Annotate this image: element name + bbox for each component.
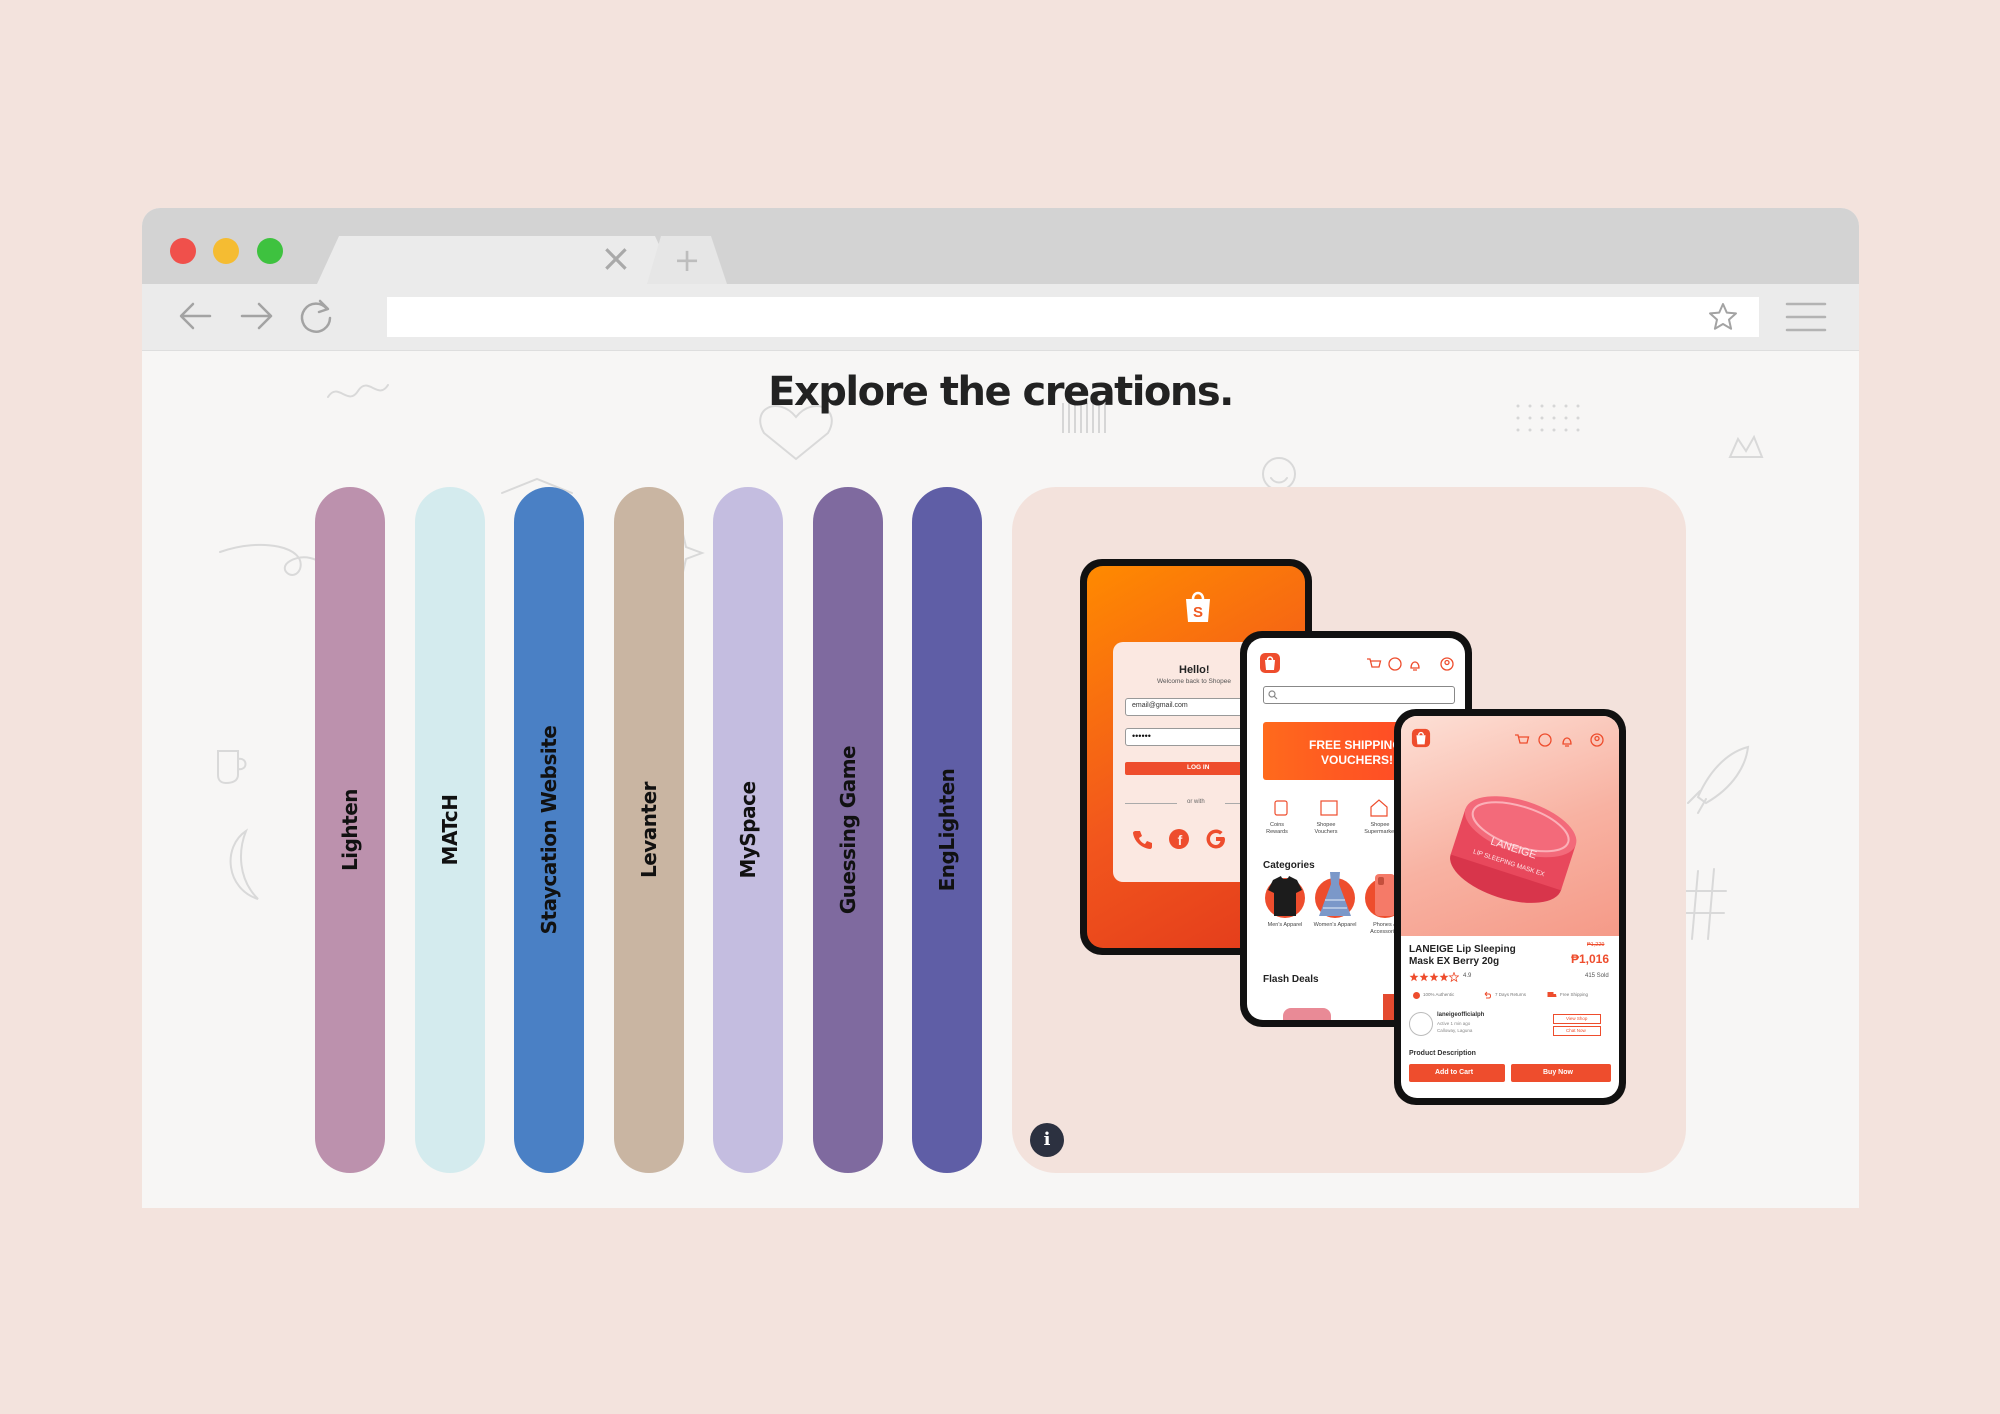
hamburger-menu-icon[interactable] <box>1785 300 1827 334</box>
categories-title: Categories <box>1263 860 1315 871</box>
forward-arrow-icon[interactable] <box>236 296 276 336</box>
minimize-window-button[interactable] <box>213 238 239 264</box>
truck-icon <box>1547 992 1557 997</box>
shop-status: Active 1 min ago <box>1437 1021 1471 1026</box>
product-screen: LANEIGE LIP SLEEPING MASK EX LANEIGE Lip… <box>1401 716 1619 1098</box>
authentic-icon <box>1413 992 1420 999</box>
shopee-logo-icon <box>1260 653 1280 673</box>
product-description-label: Product Description <box>1409 1050 1476 1057</box>
project-pill[interactable]: Levanter <box>613 487 684 1173</box>
close-window-button[interactable] <box>170 238 196 264</box>
chat-now-label: Chat Now <box>1566 1028 1586 1033</box>
badge-label: 100% Authentic <box>1423 992 1455 997</box>
shop-name[interactable]: laneigeofficialph <box>1437 1012 1484 1018</box>
svg-text:f: f <box>1178 832 1183 848</box>
reload-icon[interactable] <box>296 296 336 336</box>
shopee-logo-icon <box>1411 728 1431 748</box>
product-title-line1: LANEIGE Lip Sleeping <box>1409 944 1516 955</box>
project-pill-label: Guessing Game <box>835 745 860 915</box>
facebook-icon[interactable]: f <box>1168 828 1190 850</box>
project-pill[interactable]: Staycation Website <box>514 487 584 1173</box>
shop-avatar[interactable] <box>1409 1012 1433 1036</box>
category-label[interactable]: Men's Apparel <box>1263 922 1307 929</box>
buy-now-label: Buy Now <box>1543 1069 1573 1076</box>
svg-text:S: S <box>1193 604 1203 621</box>
page-content: Explore the creations. Lighten MATcH Stayc… <box>142 351 1859 1208</box>
bookmark-star-icon[interactable] <box>1707 301 1739 333</box>
login-greeting: Hello! <box>1179 664 1210 676</box>
phone-icon[interactable] <box>1131 828 1153 850</box>
project-pill[interactable]: MySpace <box>713 487 783 1173</box>
project-pill-label: Levanter <box>636 781 661 879</box>
project-pill-label: MATcH <box>437 794 462 866</box>
return-icon <box>1484 991 1491 999</box>
project-pill[interactable]: EngLighten <box>912 487 982 1173</box>
tab-close-icon[interactable]: × <box>600 238 632 278</box>
browser-toolbar <box>142 284 1859 351</box>
address-bar[interactable] <box>387 297 1759 337</box>
buy-now-button[interactable]: Buy Now <box>1511 1064 1611 1082</box>
login-subtitle: Welcome back to Shopee <box>1157 678 1231 685</box>
tab-bar: × + <box>142 208 1859 284</box>
promo-banner-line2: VOUCHERS! <box>1321 753 1394 767</box>
product-phone-mockup: LANEIGE LIP SLEEPING MASK EX LANEIGE Lip… <box>1394 709 1626 1105</box>
badge-label: Free Shipping <box>1560 992 1589 997</box>
project-pill-label: Lighten <box>338 788 362 872</box>
shop-location: Calloway, Laguna <box>1437 1028 1473 1033</box>
header-icons[interactable] <box>1365 656 1465 672</box>
product-title-line2: Mask EX Berry 20g <box>1409 956 1500 967</box>
category-label[interactable]: Women's Apparel <box>1313 922 1357 929</box>
project-pill[interactable]: Guessing Game <box>812 487 883 1173</box>
project-pill-label: EngLighten <box>935 768 959 892</box>
flash-deals-title: Flash Deals <box>1263 974 1319 985</box>
email-field-value: email@gmail.com <box>1132 702 1188 709</box>
rating-stars-icon <box>1409 972 1459 982</box>
shortcut-label[interactable]: Coins Rewards <box>1263 822 1291 836</box>
add-to-cart-button[interactable]: Add to Cart <box>1409 1064 1505 1082</box>
divider-label: or with <box>1187 799 1205 805</box>
page-title: Explore the creations. <box>768 369 1234 415</box>
shopee-bag-icon: S <box>1186 591 1210 622</box>
dress-icon <box>1319 872 1351 916</box>
product-old-price: ₱1,229 <box>1587 942 1605 948</box>
password-field-value: •••••• <box>1132 731 1151 741</box>
divider-line <box>1125 803 1177 804</box>
header-icons[interactable] <box>1513 732 1609 748</box>
badge-label: 7 Days Returns <box>1495 992 1527 997</box>
chat-now-button[interactable]: Chat Now <box>1553 1026 1601 1036</box>
lip-mask-jar-illustration: LANEIGE LIP SLEEPING MASK EX <box>1450 796 1577 903</box>
maximize-window-button[interactable] <box>257 238 283 264</box>
search-icon <box>1268 690 1278 700</box>
rating-value: 4.9 <box>1463 973 1472 979</box>
project-pill-label: Staycation Website <box>537 725 561 935</box>
view-shop-button[interactable]: View Shop <box>1553 1014 1601 1024</box>
shirt-icon <box>1268 876 1302 916</box>
project-pill[interactable]: Lighten <box>315 487 385 1173</box>
shortcut-label[interactable]: Shopee Vouchers <box>1309 822 1343 836</box>
plus-icon[interactable]: + <box>672 242 702 278</box>
info-icon[interactable]: i <box>1030 1123 1064 1157</box>
project-preview-panel: S Hello! Welcome back to Shopee email@gm… <box>1012 487 1686 1173</box>
google-icon[interactable] <box>1205 828 1227 850</box>
search-input[interactable] <box>1263 686 1455 704</box>
product-price: ₱1,016 <box>1571 952 1610 966</box>
back-arrow-icon[interactable] <box>176 296 216 336</box>
sold-count: 415 Sold <box>1585 973 1609 979</box>
promo-banner-line1: FREE SHIPPING <box>1309 738 1402 752</box>
add-to-cart-label: Add to Cart <box>1435 1069 1474 1076</box>
login-button-label: LOG IN <box>1187 764 1210 771</box>
product-image[interactable]: LANEIGE LIP SLEEPING MASK EX <box>1401 716 1619 936</box>
project-pill-label: MySpace <box>736 781 760 879</box>
flash-deal-item[interactable] <box>1283 1008 1331 1020</box>
project-pill[interactable]: MATcH <box>414 487 485 1173</box>
view-shop-label: View Shop <box>1566 1016 1588 1021</box>
browser-window: × + Explore the creations. Lighten MATcH… <box>142 208 1859 1208</box>
